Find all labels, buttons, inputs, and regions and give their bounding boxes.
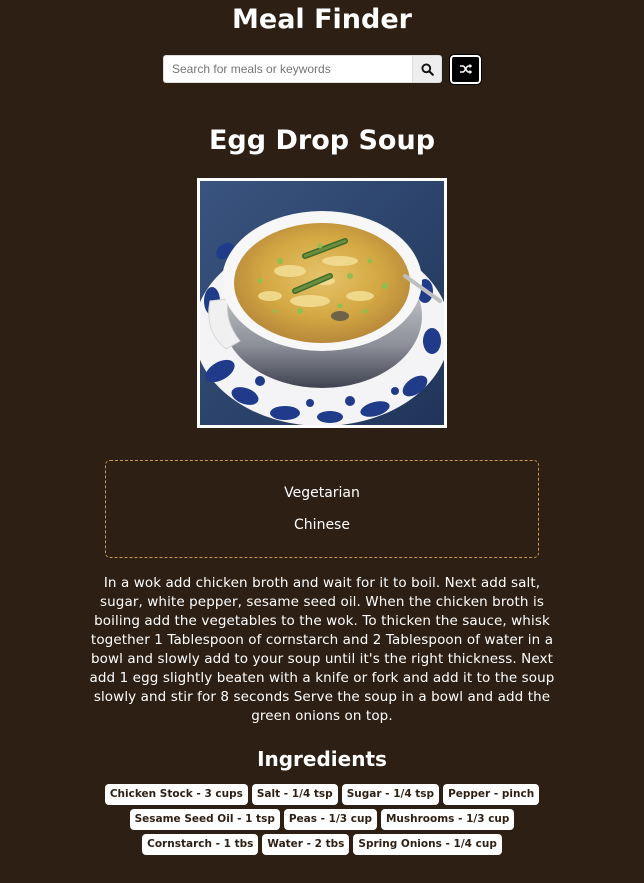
ingredient-item: Mushrooms - 1/3 cup	[380, 809, 515, 830]
meal-category: Vegetarian	[284, 485, 360, 501]
meal-title: Egg Drop Soup	[208, 125, 436, 156]
ingredient-item: Sesame Seed Oil - 1 tsp	[129, 809, 280, 830]
meal-category-box: Vegetarian Chinese	[105, 460, 539, 558]
search-row	[0, 53, 644, 85]
ingredient-item: Spring Onions - 1/4 cup	[353, 834, 502, 855]
search-form	[163, 55, 442, 83]
single-meal: Egg Drop Soup Vegetarian Chinese In a wo…	[0, 124, 644, 857]
search-icon	[420, 62, 434, 76]
ingredient-item: Chicken Stock - 3 cups	[104, 784, 248, 805]
ingredient-item: Water - 2 tbs	[262, 834, 350, 855]
ingredient-item: Cornstarch - 1 tbs	[142, 834, 259, 855]
search-button[interactable]	[413, 55, 442, 83]
ingredient-item: Sugar - 1/4 tsp	[341, 784, 440, 805]
ingredient-item: Pepper - pinch	[443, 784, 540, 805]
meal-instructions: In a wok add chicken broth and wait for …	[89, 575, 555, 724]
random-meal-button[interactable]	[449, 53, 482, 85]
meal-image	[197, 178, 447, 428]
ingredient-item: Salt - 1/4 tsp	[251, 784, 338, 805]
ingredients-title: Ingredients	[257, 747, 387, 771]
shuffle-icon	[459, 63, 473, 75]
ingredients-list: Chicken Stock - 3 cups Salt - 1/4 tsp Su…	[102, 782, 542, 857]
ingredient-item: Peas - 1/3 cup	[283, 809, 377, 830]
app-title: Meal Finder	[232, 4, 412, 35]
app-container: Meal Finder Search for meals or keywords…	[0, 0, 644, 857]
meal-area: Chinese	[294, 517, 350, 533]
search-input[interactable]	[163, 55, 413, 83]
meal-image-graphic	[200, 181, 444, 425]
